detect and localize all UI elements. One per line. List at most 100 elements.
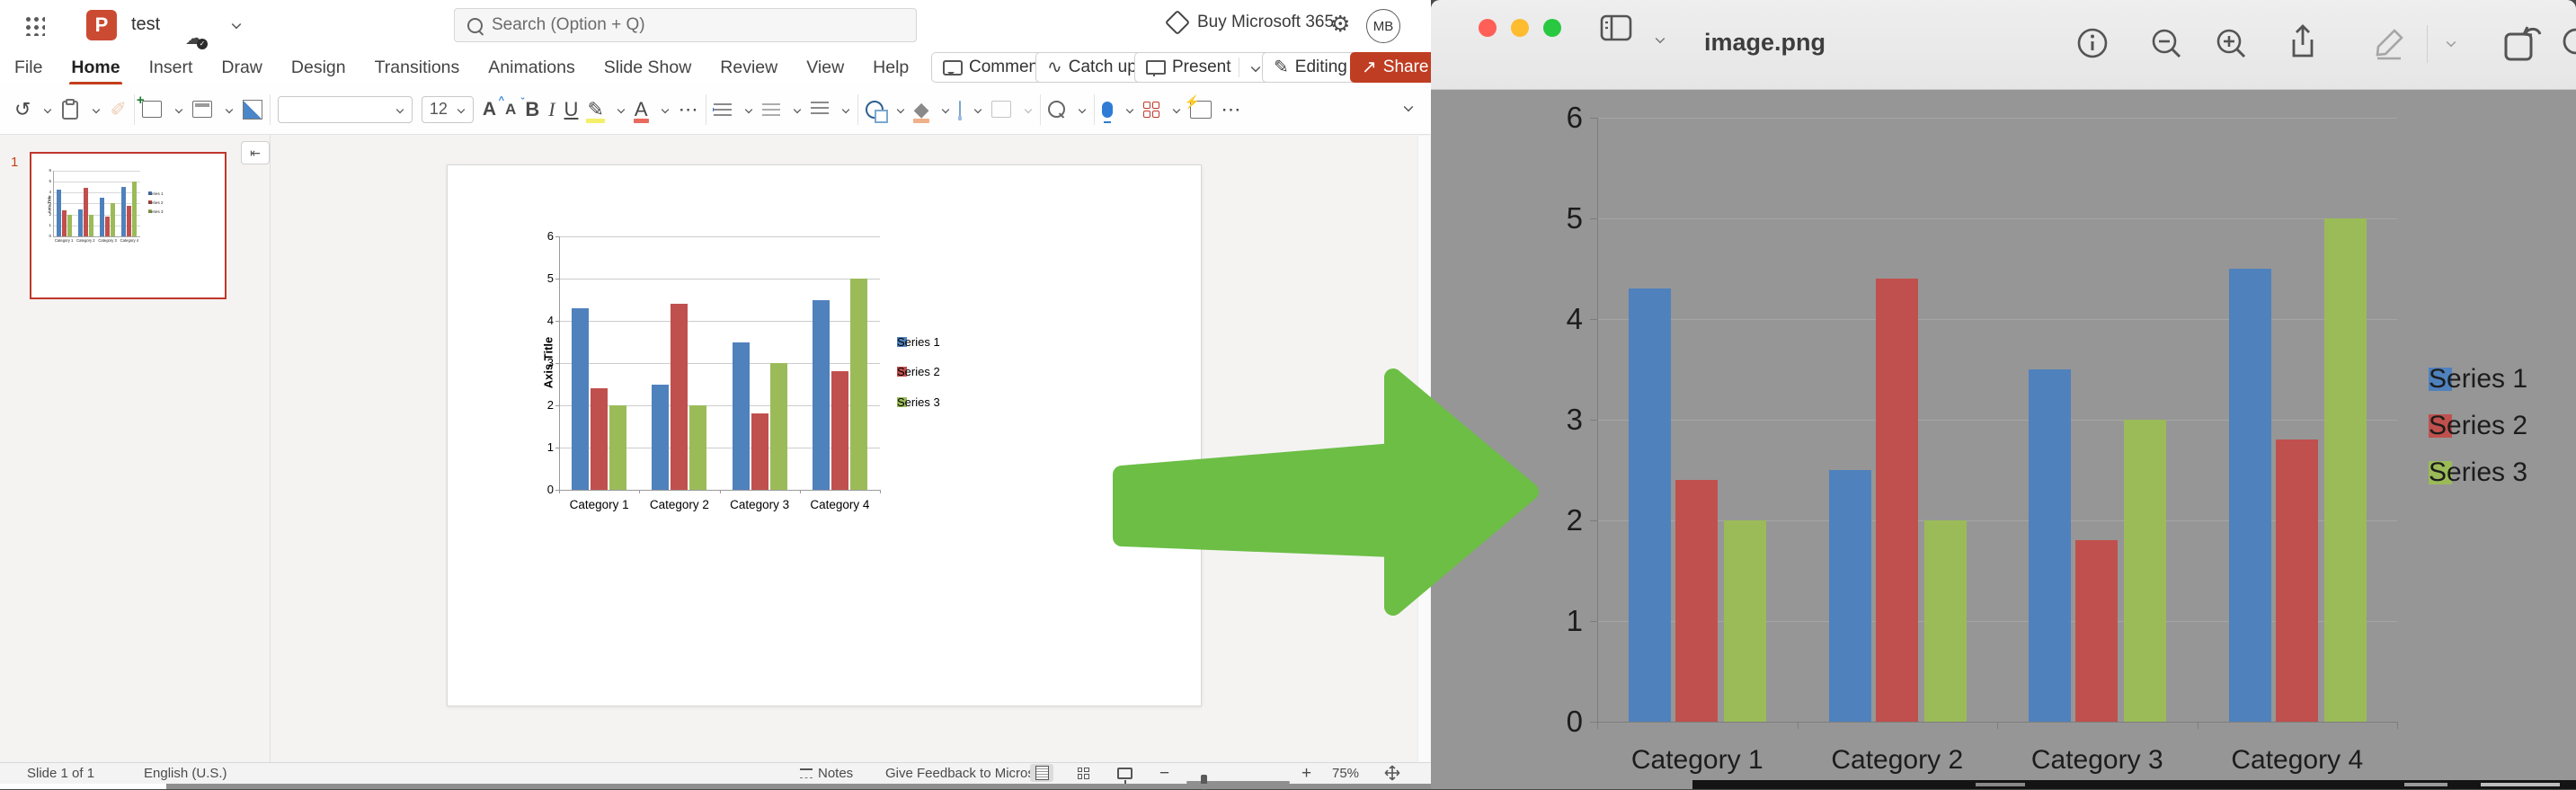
underline-icon[interactable]: U [564, 100, 579, 120]
x-category-label: Category 4 [800, 499, 880, 512]
find-icon[interactable] [1048, 101, 1065, 118]
settings-gear-icon[interactable]: ⚙ [1330, 11, 1350, 38]
italic-icon[interactable]: I [548, 100, 555, 120]
ribbon-more-icon[interactable]: ⋯ [1221, 100, 1240, 120]
shrink-font-icon[interactable]: Aˇ [505, 102, 516, 117]
numbering-icon[interactable] [762, 103, 780, 116]
language-indicator[interactable]: English (U.S.) [144, 766, 227, 781]
notes-toggle[interactable]: Notes [800, 763, 853, 784]
bar [105, 217, 110, 236]
numbering-chevron-icon[interactable] [793, 105, 800, 112]
collapse-thumbnail-panel-button[interactable]: ⇤ [241, 141, 270, 164]
zoom-out-button[interactable]: − [1159, 764, 1169, 784]
save-status-chevron-icon[interactable] [232, 20, 242, 30]
normal-view-button[interactable] [1030, 764, 1053, 782]
menu-transitions[interactable]: Transitions [373, 52, 462, 84]
present-button[interactable]: Present [1134, 52, 1272, 83]
x-tick-mark [1798, 722, 1799, 729]
font-name-combobox[interactable] [278, 96, 413, 123]
menu-help[interactable]: Help [871, 52, 910, 84]
new-slide-chevron-icon[interactable] [175, 105, 182, 112]
preview-image-content[interactable]: 0123456Category 1Category 2Category 3Cat… [1431, 90, 2576, 789]
menu-file[interactable]: File [13, 52, 44, 84]
bullets-icon[interactable] [714, 103, 732, 116]
bold-icon[interactable]: B [525, 100, 539, 120]
shape-outline-icon[interactable] [959, 102, 961, 117]
design-ideas-icon[interactable] [1143, 102, 1159, 118]
sidebar-chevron-icon[interactable] [1656, 34, 1666, 44]
grow-font-icon[interactable]: A^ [483, 100, 496, 119]
zoom-out-icon[interactable] [2150, 27, 2184, 61]
app-launcher-waffle-icon[interactable] [23, 14, 45, 36]
search-icon[interactable] [2562, 27, 2576, 59]
menu-insert[interactable]: Insert [147, 52, 195, 84]
design-ideas-chevron-icon[interactable] [1173, 105, 1180, 112]
shapes-chevron-icon[interactable] [896, 105, 903, 112]
font-color-icon[interactable]: A [635, 100, 648, 120]
designer-theme-icon[interactable] [243, 100, 262, 120]
more-font-options-icon[interactable]: ⋯ [679, 100, 698, 120]
shape-fill-chevron-icon[interactable] [942, 105, 949, 112]
menu-review[interactable]: Review [718, 52, 779, 84]
line-spacing-chevron-icon[interactable] [841, 105, 848, 112]
save-status-cloud-icon[interactable]: ☁✓ [185, 30, 203, 48]
document-title[interactable]: test [131, 14, 160, 35]
slide-sorter-view-button[interactable] [1071, 764, 1095, 782]
shape-fill-icon[interactable]: ◆ [914, 100, 929, 120]
dock-edge-strip [166, 784, 1431, 789]
menu-home[interactable]: Home [69, 52, 121, 84]
share-icon[interactable] [2287, 23, 2319, 61]
paste-clipboard-icon[interactable] [61, 99, 79, 120]
bullets-chevron-icon[interactable] [744, 105, 751, 112]
zoom-traffic-light[interactable] [1543, 19, 1561, 37]
account-avatar[interactable]: MB [1366, 9, 1400, 43]
dictate-microphone-icon[interactable] [1102, 102, 1113, 118]
layout-chevron-icon[interactable] [226, 105, 233, 112]
line-spacing-icon[interactable] [811, 102, 829, 118]
y-axis-line [53, 171, 54, 236]
info-icon[interactable] [2076, 27, 2109, 59]
menu-animations[interactable]: Animations [486, 52, 576, 84]
font-color-chevron-icon[interactable] [661, 105, 668, 112]
slide-thumbnail[interactable]: 0123456Category 1Category 2Category 3Cat… [30, 152, 227, 299]
rotate-left-icon[interactable] [2502, 23, 2544, 63]
zoom-in-button[interactable]: + [1301, 764, 1311, 784]
text-highlight-icon[interactable]: ✎ [587, 100, 603, 120]
powerpoint-app-icon[interactable]: P [86, 10, 117, 40]
search-input[interactable]: Search (Option + Q) [454, 8, 917, 42]
vertical-scrollbar[interactable] [1417, 136, 1430, 762]
zoom-level[interactable]: 75% [1332, 766, 1359, 781]
close-traffic-light[interactable] [1479, 19, 1497, 37]
paste-chevron-icon[interactable] [93, 105, 100, 112]
undo-icon[interactable]: ↺ [14, 100, 31, 120]
preview-titlebar: image.png [1431, 0, 2576, 90]
slide-canvas[interactable]: 0123456Category 1Category 2Category 3Cat… [447, 164, 1202, 706]
menu-draw[interactable]: Draw [219, 52, 264, 84]
highlight-chevron-icon[interactable] [617, 105, 625, 112]
zoom-in-icon[interactable] [2215, 27, 2249, 61]
minimize-traffic-light[interactable] [1511, 19, 1529, 37]
undo-chevron-icon[interactable] [44, 105, 51, 112]
sidebar-toggle-icon[interactable] [1600, 14, 1632, 41]
collapse-ribbon-chevron-icon[interactable] [1404, 102, 1414, 112]
menu-slide-show[interactable]: Slide Show [602, 52, 694, 84]
buy-microsoft-365-button[interactable]: Buy Microsoft 365 [1168, 13, 1334, 32]
y-axis-title: Axis Title [48, 150, 52, 258]
shape-outline-chevron-icon[interactable] [974, 105, 982, 112]
new-slide-icon[interactable] [142, 101, 162, 118]
bar [2029, 369, 2071, 722]
slide-layout-icon[interactable] [192, 101, 212, 118]
present-chevron-icon[interactable] [1251, 63, 1261, 73]
catch-up-button[interactable]: ∿ Catch up [1035, 52, 1149, 83]
font-size-combobox[interactable]: 12 [422, 96, 474, 123]
find-chevron-icon[interactable] [1079, 105, 1086, 112]
menu-view[interactable]: View [804, 52, 846, 84]
dictate-chevron-icon[interactable] [1126, 105, 1133, 112]
slideshow-view-button[interactable] [1113, 764, 1136, 782]
auto-design-icon[interactable] [1190, 101, 1212, 119]
shapes-icon[interactable] [866, 101, 884, 119]
menu-design[interactable]: Design [289, 52, 348, 84]
y-tick-mark [1590, 218, 1597, 219]
feedback-link[interactable]: Give Feedback to Microsoft [885, 766, 1050, 781]
slide-chart[interactable]: 0123456Category 1Category 2Category 3Cat… [448, 165, 1201, 706]
